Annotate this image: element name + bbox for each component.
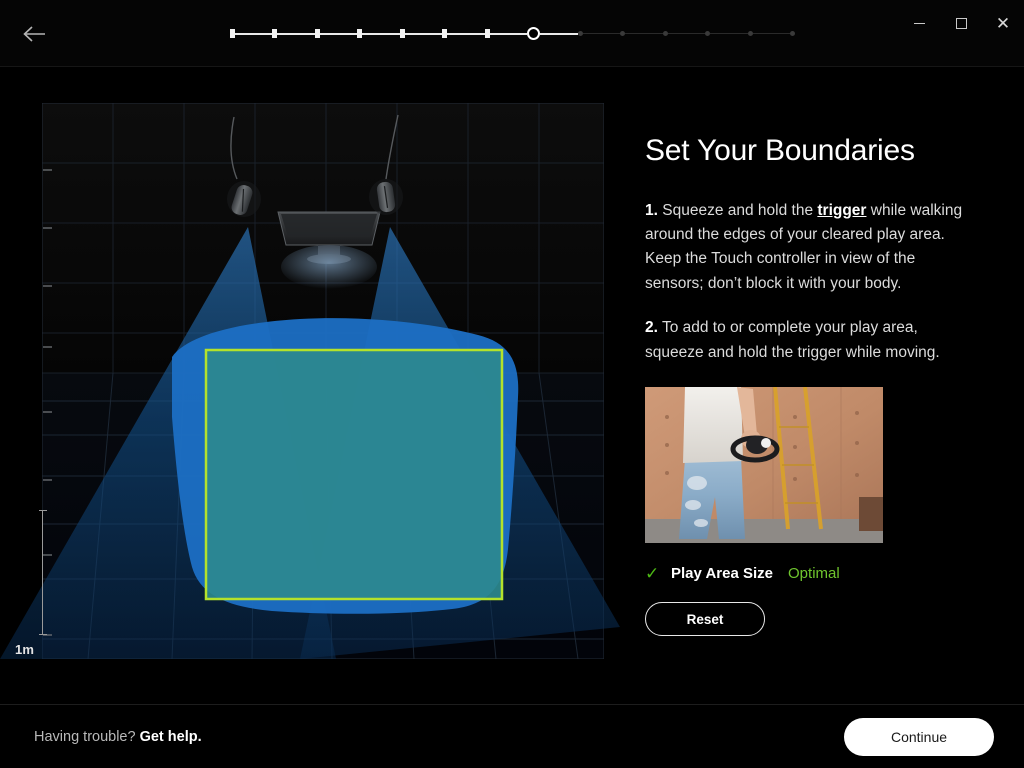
get-help-link[interactable]: Get help. (140, 729, 202, 745)
scale-bar-cap-top (39, 510, 47, 511)
setup-progress-stepper (230, 0, 796, 67)
step-dot-14 (790, 31, 796, 36)
play-area-status-row: ✓ Play Area Size Optimal (645, 565, 980, 582)
back-button[interactable] (16, 16, 52, 52)
help-text: Having trouble? Get help. (34, 729, 202, 745)
play-area-3d-viewport: 1m (0, 67, 620, 704)
step-seg-12 (710, 33, 748, 34)
photo-illustration (645, 387, 883, 544)
setup-window: ✕ 1m Set Your Boundaries 1. Squeeze and … (0, 0, 1024, 768)
step-seg-8 (540, 32, 578, 35)
play-area-scene (0, 103, 620, 659)
step-seg-1 (235, 32, 273, 35)
step-seg-2 (277, 32, 315, 35)
step-seg-10 (625, 33, 663, 34)
page-title: Set Your Boundaries (645, 134, 915, 167)
back-arrow-icon (23, 26, 45, 42)
check-icon: ✓ (645, 564, 660, 584)
minimize-button[interactable] (898, 0, 940, 46)
close-icon: ✕ (995, 13, 1011, 33)
maximize-icon (955, 17, 967, 29)
status-label: Play Area Size (671, 565, 774, 583)
step-current-indicator (527, 27, 541, 40)
footer-bar: Having trouble? Get help. Continue (0, 704, 1024, 768)
close-button[interactable]: ✕ (982, 0, 1024, 46)
scale-bar-cap-bottom (39, 634, 47, 635)
title-bar: ✕ (0, 0, 1024, 67)
step-2-number: 2. (645, 319, 658, 337)
monitor-glow (281, 245, 377, 289)
step-seg-9 (582, 33, 621, 34)
step-seg-6 (447, 32, 485, 35)
continue-button[interactable]: Continue (844, 717, 994, 756)
instructions-panel: Set Your Boundaries 1. Squeeze and hold … (620, 67, 1024, 704)
step-seg-4 (362, 32, 400, 35)
step-seg-13 (752, 33, 791, 34)
maximize-button[interactable] (940, 0, 982, 46)
status-badge: Optimal (788, 565, 840, 583)
step-2-text: To add to or complete your play area, sq… (645, 319, 940, 361)
step-1-text-before: Squeeze and hold the (657, 201, 818, 219)
step-seg-11 (667, 33, 706, 34)
scale-bar-line (42, 510, 43, 635)
scale-label: 1m (15, 642, 35, 657)
scale-bar (39, 510, 47, 635)
step-seg-7 (489, 32, 528, 35)
play-area-rectangle (204, 348, 504, 601)
instruction-step-1: 1. Squeeze and hold the trigger while wa… (645, 199, 965, 297)
step-1-number: 1. (645, 201, 658, 219)
help-prefix: Having trouble? (34, 728, 140, 745)
window-controls: ✕ (898, 0, 1024, 46)
step-seg-3 (319, 32, 358, 35)
instruction-step-2: 2. To add to or complete your play area,… (645, 316, 965, 365)
trigger-link[interactable]: trigger (817, 202, 866, 219)
minimize-icon (913, 22, 925, 24)
step-seg-5 (404, 32, 443, 35)
reset-button[interactable]: Reset (645, 602, 765, 637)
instructional-photo (645, 387, 883, 544)
